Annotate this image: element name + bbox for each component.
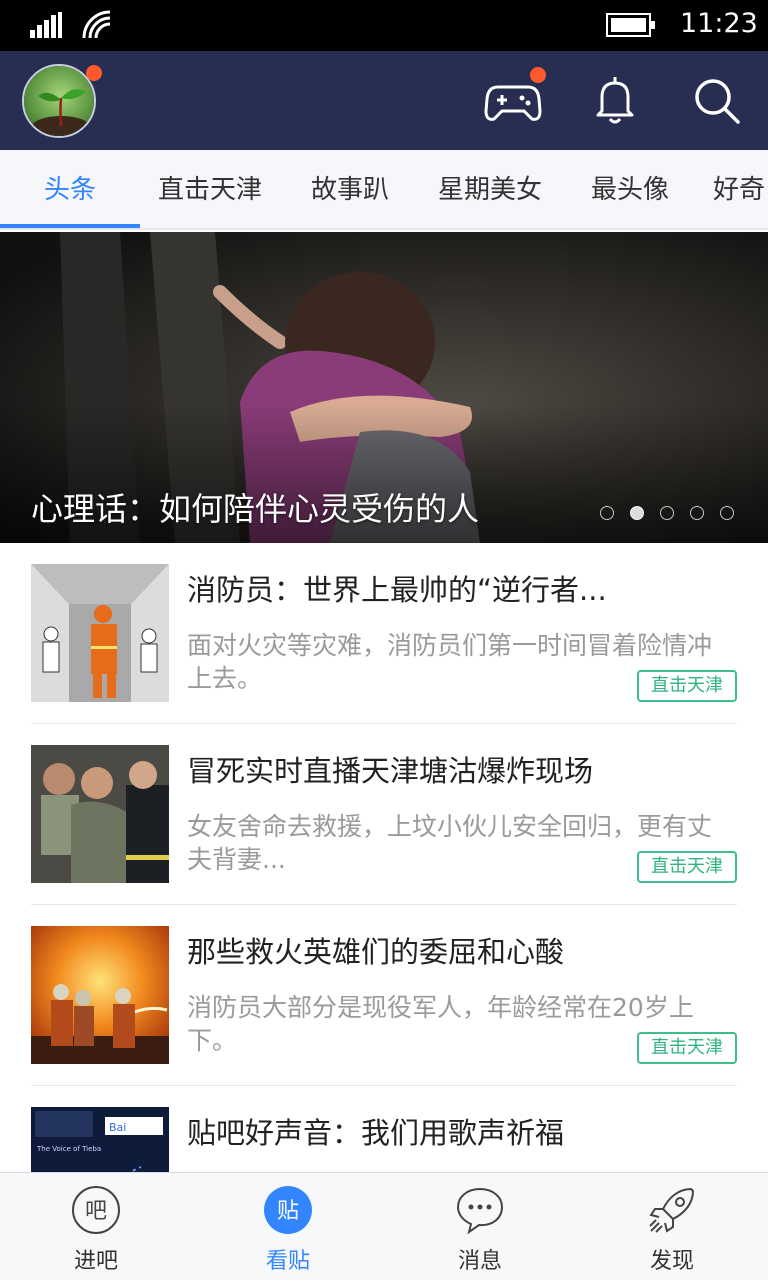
nav-bars[interactable]: 吧 进吧 [0, 1173, 192, 1281]
post-title: 消防员：世界上最帅的“逆行者... [187, 573, 607, 607]
avatar[interactable] [22, 64, 96, 138]
status-bar: 11:23 [0, 0, 768, 51]
feed-item[interactable]: 那些救火英雄们的委屈和心酸 消防员大部分是现役军人，年龄经常在20岁上下。 直击… [0, 905, 768, 1086]
post-title: 那些救火英雄们的委屈和心酸 [187, 935, 565, 969]
wifi-icon [82, 10, 111, 39]
post-thumbnail [31, 745, 169, 883]
thumb-caption: The Voice of Tieba [36, 1145, 101, 1153]
topic-tag[interactable]: 直击天津 [637, 851, 737, 883]
feed-item[interactable]: 冒死实时直播天津塘沽爆炸现场 女友舍命去救援，上坟小伙儿安全回归，更有丈夫背妻.… [0, 724, 768, 905]
carousel-dot[interactable] [690, 506, 704, 520]
nav-posts[interactable]: 贴 看贴 [192, 1173, 384, 1281]
app-header [0, 51, 768, 150]
tab-stories[interactable]: 故事趴 [280, 150, 420, 228]
topic-tag[interactable]: 直击天津 [637, 1032, 737, 1064]
carousel-dot[interactable] [600, 506, 614, 520]
clock-time: 11:23 [680, 8, 758, 39]
post-title: 贴吧好声音：我们用歌声祈福 [187, 1116, 565, 1150]
bar-circle-icon: 吧 [72, 1186, 120, 1234]
tab-avatars[interactable]: 最头像 [560, 150, 700, 228]
post-title: 冒死实时直播天津塘沽爆炸现场 [187, 754, 594, 788]
signal-strength-icon [30, 12, 62, 38]
tab-curious[interactable]: 好奇 [700, 150, 768, 228]
post-thumbnail: Bai The Voice of Tieba [31, 1107, 169, 1173]
nav-label: 进吧 [73, 1249, 118, 1274]
feed-item[interactable]: 消防员：世界上最帅的“逆行者... 面对火灾等灾难，消防员们第一时间冒着险情冲上… [0, 543, 768, 724]
nav-label: 消息 [457, 1249, 502, 1274]
bell-icon[interactable] [586, 73, 644, 127]
tab-headlines[interactable]: 头条 [0, 150, 140, 228]
post-circle-icon: 贴 [264, 1186, 312, 1234]
carousel-dot[interactable] [720, 506, 734, 520]
tab-indicator [0, 224, 140, 228]
nav-messages[interactable]: 消息 [384, 1173, 576, 1281]
post-thumbnail [31, 926, 169, 1064]
tab-tianjin[interactable]: 直击天津 [140, 150, 280, 228]
feed-item[interactable]: Bai The Voice of Tieba 贴吧好声音：我们用歌声祈福 [0, 1086, 768, 1173]
nav-discover[interactable]: 发现 [576, 1173, 768, 1281]
carousel-dot[interactable] [660, 506, 674, 520]
carousel-dot-active[interactable] [630, 506, 644, 520]
sprout-avatar-icon [24, 66, 94, 136]
nav-label: 发现 [649, 1249, 694, 1274]
post-feed: 消防员：世界上最帅的“逆行者... 面对火灾等灾难，消防员们第一时间冒着险情冲上… [0, 543, 768, 1173]
notification-badge [86, 65, 102, 81]
tab-beauty[interactable]: 星期美女 [420, 150, 560, 228]
banner-caption: 心理话：如何陪伴心灵受伤的人 [31, 490, 480, 528]
thumb-logo-text: Bai [109, 1121, 126, 1134]
bottom-navigation: 吧 进吧 贴 看贴 消息 发现 [0, 1172, 768, 1280]
search-icon[interactable] [688, 73, 746, 127]
category-tabs: 头条 直击天津 故事趴 星期美女 最头像 好奇 [0, 150, 768, 230]
svg-text:贴: 贴 [277, 1199, 299, 1224]
topic-tag[interactable]: 直击天津 [637, 670, 737, 702]
battery-icon [606, 13, 655, 37]
chat-bubble-icon [456, 1187, 504, 1235]
rocket-icon [649, 1187, 695, 1233]
nav-label: 看贴 [265, 1249, 310, 1274]
post-thumbnail [31, 564, 169, 702]
svg-text:吧: 吧 [85, 1199, 107, 1224]
game-notification-badge [530, 67, 546, 83]
